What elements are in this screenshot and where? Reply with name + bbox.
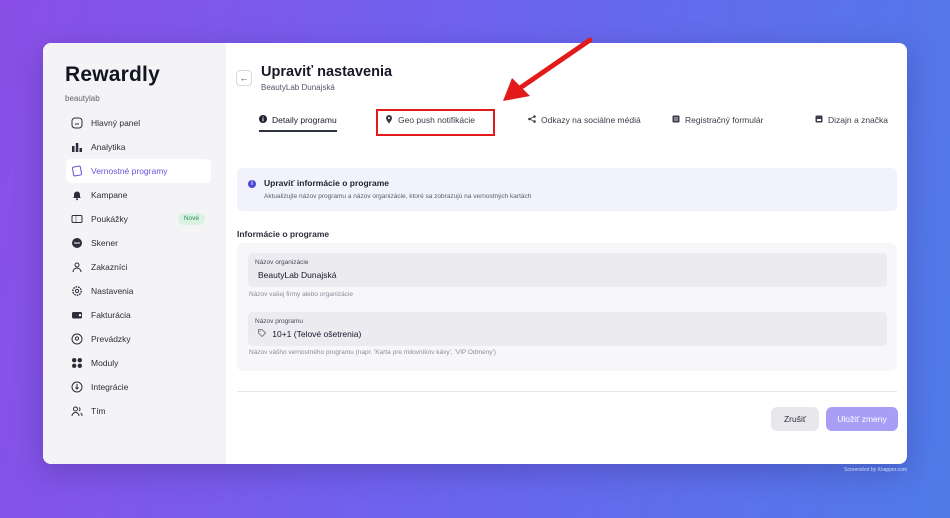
divider bbox=[237, 391, 897, 392]
sidebar-item-prevadzky[interactable]: Prevádzky bbox=[66, 327, 211, 351]
sidebar-item-label: Vernostné programy bbox=[91, 166, 168, 176]
integrations-icon bbox=[70, 381, 83, 394]
organization-name-field[interactable]: Názov organizácie BeautyLab Dunajská bbox=[248, 253, 887, 287]
sidebar-item-label: Prevádzky bbox=[91, 334, 131, 344]
sidebar-item-label: Kampane bbox=[91, 190, 128, 200]
page-title: Upraviť nastavenia bbox=[261, 64, 393, 80]
tab-label: Detaily programu bbox=[272, 115, 337, 125]
sidebar-item-fakturacia[interactable]: Fakturácia bbox=[66, 303, 211, 327]
sidebar-item-poukazky[interactable]: Poukážky Nové bbox=[66, 207, 211, 231]
sidebar-nav: Hlavný panel Analytika Vernostné program… bbox=[66, 111, 211, 423]
field-help-text: Názov vášho vernostného programu (napr. … bbox=[249, 349, 496, 356]
team-icon bbox=[70, 405, 83, 418]
sidebar: Rewardly beautylab Hlavný panel Analytik… bbox=[43, 43, 226, 464]
tab-detaily-programu[interactable]: Detaily programu bbox=[259, 109, 337, 132]
sidebar-item-label: Skener bbox=[91, 238, 118, 248]
section-title: Informácie o programe bbox=[237, 229, 330, 239]
save-button[interactable]: Uložiť zmeny bbox=[826, 407, 898, 431]
sidebar-item-kampane[interactable]: Kampane bbox=[66, 183, 211, 207]
info-description: Aktualizujte názov programu a názov orga… bbox=[264, 193, 532, 200]
billing-icon bbox=[70, 309, 83, 322]
tag-icon bbox=[258, 329, 268, 339]
app-window: Rewardly beautylab Hlavný panel Analytik… bbox=[43, 43, 907, 464]
info-title: Upraviť informácie o programe bbox=[264, 178, 389, 188]
sidebar-item-integracie[interactable]: Integrácie bbox=[66, 375, 211, 399]
app-logo: Rewardly bbox=[65, 63, 160, 86]
sidebar-item-moduly[interactable]: Moduly bbox=[66, 351, 211, 375]
tab-odkazy-na-socialne-media[interactable]: Odkazy na sociálne médiá bbox=[528, 109, 641, 131]
page-subtitle: BeautyLab Dunajská bbox=[261, 83, 335, 92]
cancel-button[interactable]: Zrušiť bbox=[771, 407, 819, 431]
bell-icon bbox=[70, 189, 83, 202]
sidebar-item-label: Poukážky bbox=[91, 214, 128, 224]
sidebar-item-label: Fakturácia bbox=[91, 310, 131, 320]
info-icon bbox=[259, 115, 267, 125]
scanner-icon bbox=[70, 237, 83, 250]
field-label: Názov programu bbox=[255, 318, 304, 325]
sidebar-item-zakaznici[interactable]: Zakazníci bbox=[66, 255, 211, 279]
sidebar-item-analytika[interactable]: Analytika bbox=[66, 135, 211, 159]
sidebar-item-label: Integrácie bbox=[91, 382, 129, 392]
bar-chart-icon bbox=[70, 141, 83, 154]
sidebar-item-label: Tím bbox=[91, 406, 106, 416]
sidebar-item-nastavenia[interactable]: Nastavenia bbox=[66, 279, 211, 303]
tab-label: Odkazy na sociálne médiá bbox=[541, 115, 641, 125]
arrow-left-icon: ← bbox=[239, 73, 249, 83]
field-label: Názov organizácie bbox=[255, 259, 309, 266]
design-icon bbox=[815, 115, 823, 125]
info-circle-icon: i bbox=[248, 180, 256, 188]
cards-icon bbox=[70, 165, 83, 178]
program-name-field[interactable]: Názov programu 10+1 (Telové ošetrenia) bbox=[248, 312, 887, 346]
sidebar-item-hlavny-panel[interactable]: Hlavný panel bbox=[66, 111, 211, 135]
tab-label: Registračný formulár bbox=[685, 115, 764, 125]
share-icon bbox=[528, 115, 536, 125]
sidebar-item-label: Nastavenia bbox=[91, 286, 134, 296]
watermark: Screenshot by Xnapper.com bbox=[844, 467, 907, 473]
new-badge: Nové bbox=[177, 213, 205, 225]
form-icon bbox=[672, 115, 680, 125]
program-name-input[interactable]: 10+1 (Telové ošetrenia) bbox=[258, 329, 361, 339]
sidebar-item-vernostne-programy[interactable]: Vernostné programy bbox=[66, 159, 211, 183]
sidebar-item-tim[interactable]: Tím bbox=[66, 399, 211, 423]
organization-name-input[interactable]: BeautyLab Dunajská bbox=[258, 270, 336, 280]
main-content: ← Upraviť nastavenia BeautyLab Dunajská … bbox=[226, 43, 907, 464]
sidebar-item-label: Hlavný panel bbox=[91, 118, 141, 128]
voucher-icon bbox=[70, 213, 83, 226]
sidebar-item-label: Zakazníci bbox=[91, 262, 128, 272]
annotation-highlight-box bbox=[376, 109, 495, 136]
info-banner: i Upraviť informácie o programe Aktualiz… bbox=[237, 168, 897, 211]
sidebar-item-label: Analytika bbox=[91, 142, 126, 152]
tab-dizajn-a-znacka[interactable]: Dizajn a značka bbox=[815, 109, 888, 131]
tab-registracny-formular[interactable]: Registračný formulár bbox=[672, 109, 763, 131]
settings-tabs: Detaily programu Geo push notifikácie Od… bbox=[249, 109, 889, 132]
back-button[interactable]: ← bbox=[236, 70, 252, 86]
gear-icon bbox=[70, 285, 83, 298]
field-help-text: Názov vašej firmy alebo organizácie bbox=[249, 291, 354, 298]
modules-icon bbox=[70, 357, 83, 370]
tab-label: Dizajn a značka bbox=[828, 115, 889, 125]
sidebar-item-label: Moduly bbox=[91, 358, 119, 368]
organization-name: beautylab bbox=[65, 94, 100, 103]
home-icon bbox=[70, 117, 83, 130]
location-icon bbox=[70, 333, 83, 346]
program-info-form: Názov organizácie BeautyLab Dunajská Náz… bbox=[237, 243, 897, 371]
customers-icon bbox=[70, 261, 83, 274]
sidebar-item-skener[interactable]: Skener bbox=[66, 231, 211, 255]
program-name-value: 10+1 (Telové ošetrenia) bbox=[272, 329, 362, 339]
